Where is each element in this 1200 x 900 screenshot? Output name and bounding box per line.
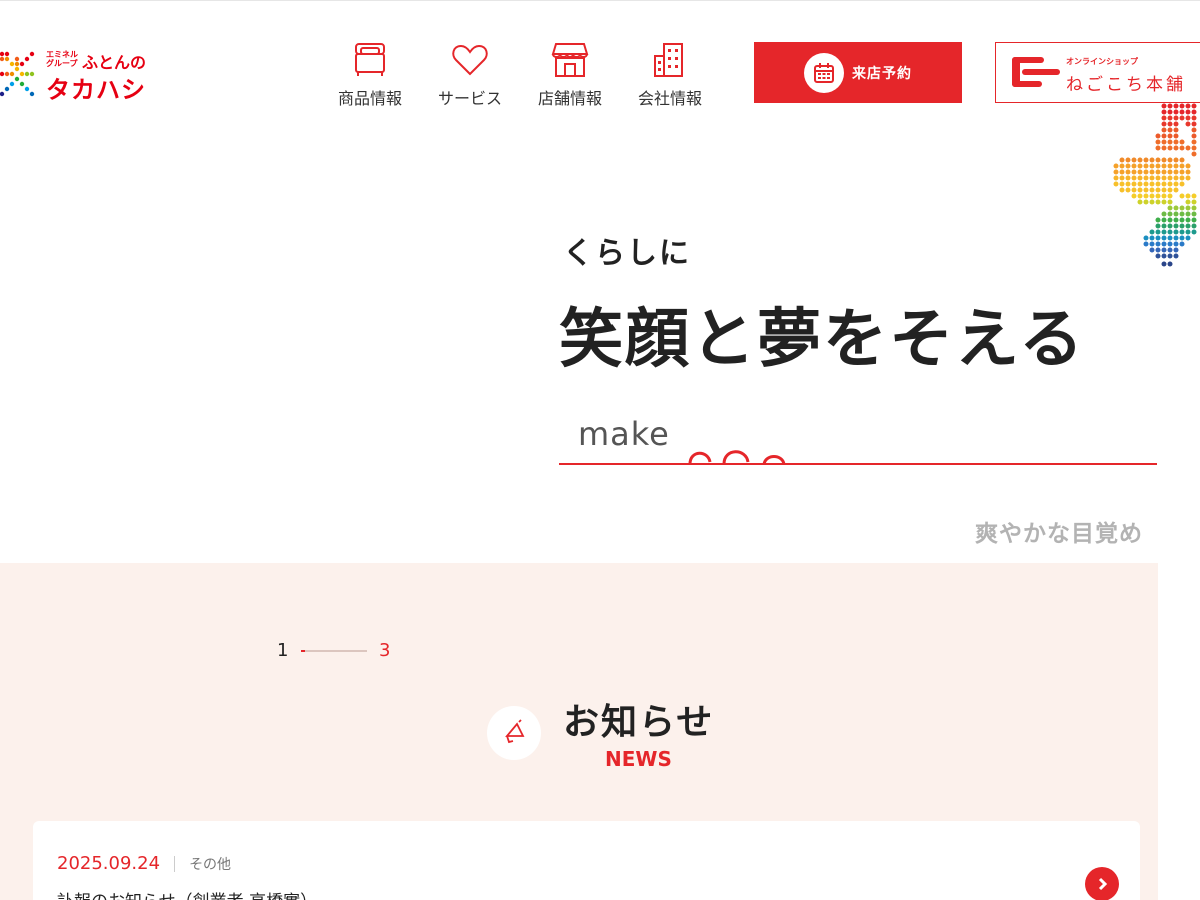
slider-current: 1 [277, 640, 289, 661]
top-divider [0, 0, 1200, 1]
news-date: 2025.09.24 [57, 853, 161, 874]
news-meta: 2025.09.24 その他 [57, 853, 231, 874]
nav-label-stores: 店舗情報 [537, 89, 602, 108]
nav-item-service[interactable]: サービス [420, 40, 520, 109]
news-icon-badge [487, 706, 541, 760]
slider-total: 3 [379, 640, 391, 661]
logo-flower-icon [0, 51, 35, 97]
calendar-icon-badge [804, 52, 844, 93]
logo-group-label: エミネル グループ [46, 50, 78, 68]
news-headline: 訃報のお知らせ（創業者 高橋實） [57, 887, 317, 900]
store-icon [551, 43, 589, 77]
nav-item-products[interactable]: 商品情報 [320, 40, 420, 109]
news-meta-divider [174, 855, 176, 872]
megaphone-icon [505, 719, 525, 744]
global-nav: 商品情報 サービス 店舗情報 会社情報 [320, 40, 720, 109]
nav-label-company: 会社情報 [637, 89, 702, 108]
reserve-button-label: 来店予約 [852, 65, 912, 82]
hero-make-scribble [688, 450, 786, 464]
news-title-en: NEWS [605, 747, 672, 771]
online-shop-label: ねごこち本舗 [1066, 75, 1186, 95]
reserve-button[interactable]: 来店予約 [754, 42, 962, 103]
hero-lead: くらしに [563, 236, 691, 271]
bed-icon [355, 43, 385, 76]
logo-brand-name: タカハシ [46, 76, 146, 104]
calendar-icon [814, 62, 834, 83]
nav-item-company[interactable]: 会社情報 [620, 40, 720, 109]
page: エミネル グループ ふとんの タカハシ 商品情報 サービス 店舗情報 会社情報 … [0, 0, 1200, 900]
news-title: お知らせ [563, 702, 715, 743]
decorative-dot-art [1113, 103, 1197, 267]
heart-icon [452, 44, 488, 76]
building-icon [654, 43, 683, 77]
slider-pager: 1 3 [277, 640, 390, 661]
hero-headline: 笑顔と夢をそえる [559, 303, 1086, 377]
slider-progress-bar [301, 649, 367, 652]
shop-logo-icon [1012, 57, 1060, 87]
nav-label-products: 商品情報 [337, 89, 402, 108]
hero-make-text: make [578, 415, 670, 453]
news-category: その他 [189, 856, 232, 873]
hero-caption: 爽やかな目覚め [975, 521, 1143, 547]
nav-item-stores[interactable]: 店舗情報 [520, 40, 620, 109]
news-list-item[interactable]: 2025.09.24 その他 訃報のお知らせ（創業者 高橋實） [33, 821, 1140, 900]
hero-underline [559, 463, 1157, 465]
site-logo[interactable]: エミネル グループ ふとんの タカハシ [0, 40, 160, 110]
online-shop-button[interactable]: オンラインショップ ねごこち本舗 [995, 42, 1200, 103]
news-arrow-button[interactable] [1085, 867, 1119, 900]
online-shop-sub-label: オンラインショップ [1066, 57, 1138, 66]
nav-label-service: サービス [437, 89, 502, 108]
chevron-right-icon [1098, 877, 1108, 891]
